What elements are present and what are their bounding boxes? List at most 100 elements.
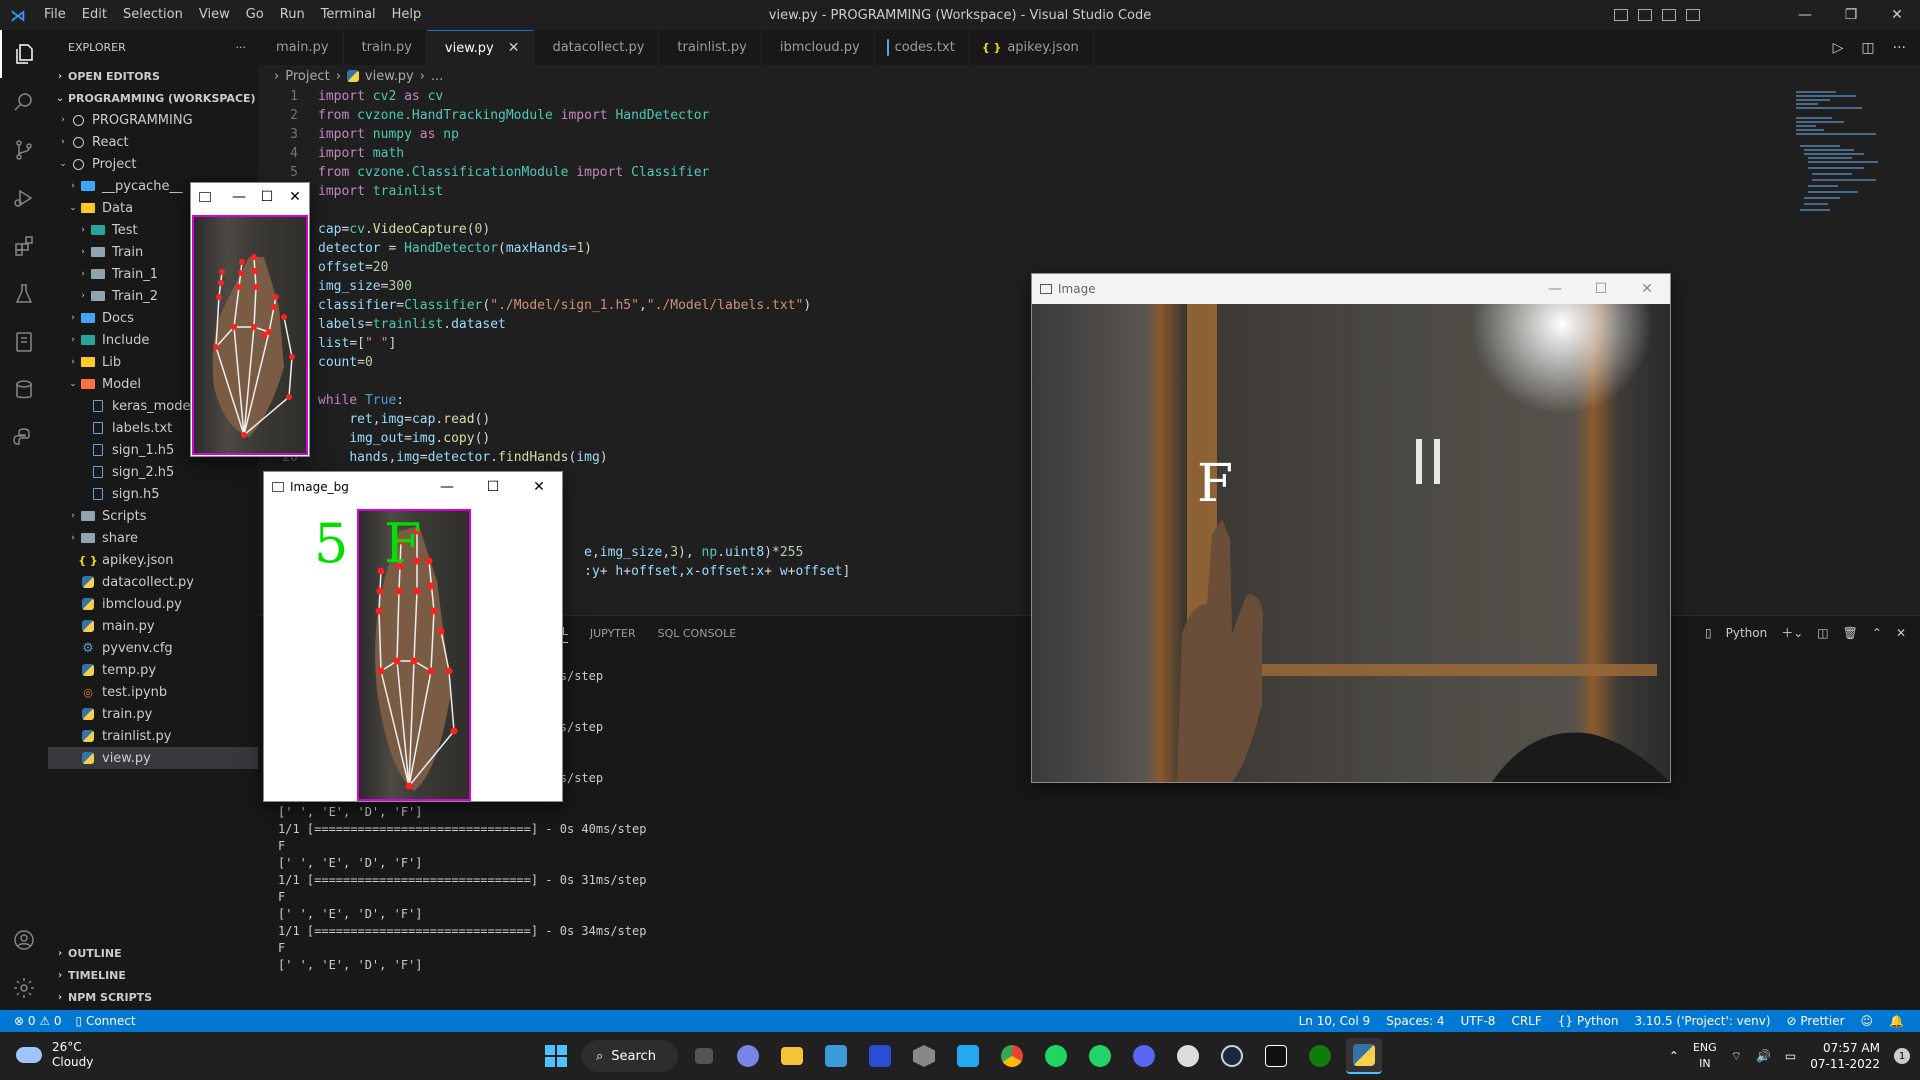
minimap[interactable] [1796, 87, 1906, 227]
database-icon[interactable] [0, 366, 48, 414]
encoding[interactable]: UTF-8 [1460, 1014, 1495, 1028]
python-icon[interactable] [0, 414, 48, 462]
prettier-status[interactable]: ⊘ Prettier [1787, 1014, 1845, 1028]
tree-item[interactable]: ◎ test.ipynb [48, 681, 258, 703]
connect-button[interactable]: ▯ Connect [76, 1014, 136, 1028]
source-control-icon[interactable] [0, 126, 48, 174]
file-explorer-icon[interactable] [774, 1038, 810, 1074]
menu-help[interactable]: Help [384, 0, 430, 30]
breadcrumb-symbol[interactable]: ... [431, 69, 443, 84]
volume-icon[interactable]: 🔊 [1756, 1049, 1771, 1063]
trash-icon[interactable]: 🗑 [1843, 626, 1858, 640]
problems-indicator[interactable]: ⊗ 0 ⚠ 0 [14, 1014, 62, 1028]
workspace-section[interactable]: ⌄ PROGRAMMING (WORKSPACE) [48, 87, 258, 109]
minimize-icon[interactable]: — [424, 472, 470, 502]
steam-icon[interactable] [1214, 1038, 1250, 1074]
tab-codes-txt[interactable]: codes.txt [875, 30, 970, 65]
minimize-icon[interactable]: — [225, 182, 253, 212]
explorer-icon[interactable] [0, 30, 48, 78]
tree-item[interactable]: view.py [48, 747, 258, 769]
app-blue-icon[interactable] [862, 1038, 898, 1074]
battery-icon[interactable]: ▭ [1785, 1049, 1796, 1063]
notifications-bell-icon[interactable]: 🔔 [1889, 1014, 1904, 1028]
discord-icon[interactable] [1126, 1038, 1162, 1074]
account-icon[interactable] [0, 916, 48, 964]
feedback-icon[interactable]: ☺ [1861, 1014, 1874, 1028]
tab-jupyter[interactable]: JUPYTER [590, 627, 636, 640]
testing-icon[interactable] [0, 270, 48, 318]
outline-section[interactable]: › OUTLINE [48, 942, 258, 964]
search-icon[interactable] [0, 78, 48, 126]
more-actions-icon[interactable]: ··· [236, 41, 247, 54]
close-icon[interactable]: ✕ [516, 472, 562, 502]
menu-file[interactable]: File [36, 0, 74, 30]
run-file-icon[interactable]: ▷ [1833, 40, 1844, 56]
toggle-panel-icon[interactable] [1638, 9, 1652, 21]
new-terminal-icon[interactable]: ＋⌄ [1781, 624, 1803, 641]
tab-main-py[interactable]: main.py [258, 30, 344, 65]
tree-item[interactable]: ⚙ pyvenv.cfg [48, 637, 258, 659]
tree-item[interactable]: temp.py [48, 659, 258, 681]
terminal-shell-label[interactable]: Python [1726, 626, 1768, 640]
language-indicator[interactable]: ENG IN [1693, 1040, 1717, 1072]
tab-ibmcloud-py[interactable]: ibmcloud.py [762, 30, 875, 65]
language-mode[interactable]: {} Python [1558, 1014, 1619, 1028]
tree-item[interactable]: ⌄ Project [48, 153, 258, 175]
tab-view-py[interactable]: view.py ✕ [426, 30, 535, 65]
tree-item[interactable]: › share [48, 527, 258, 549]
chrome-icon[interactable] [994, 1038, 1030, 1074]
npm-scripts-section[interactable]: › NPM SCRIPTS [48, 986, 258, 1008]
tab-sql-console[interactable]: SQL CONSOLE [658, 627, 737, 640]
maximize-icon[interactable]: ☐ [253, 182, 281, 212]
tree-item[interactable]: datacollect.py [48, 571, 258, 593]
cursor-position[interactable]: Ln 10, Col 9 [1299, 1014, 1371, 1028]
minimize-icon[interactable]: — [1532, 274, 1578, 304]
tree-item[interactable]: train.py [48, 703, 258, 725]
unity-icon[interactable] [906, 1038, 942, 1074]
tree-item[interactable]: › Scripts [48, 505, 258, 527]
line-ending[interactable]: CRLF [1511, 1014, 1541, 1028]
vscode-icon[interactable] [950, 1038, 986, 1074]
tree-item[interactable]: { } apikey.json [48, 549, 258, 571]
clock[interactable]: 07:57 AM 07-11-2022 [1810, 1040, 1880, 1072]
split-terminal-icon[interactable]: ◫ [1817, 626, 1828, 640]
epic-games-icon[interactable] [1258, 1038, 1294, 1074]
run-debug-icon[interactable] [0, 174, 48, 222]
python-app-icon[interactable] [1346, 1038, 1382, 1074]
maximize-icon[interactable]: ☐ [1578, 274, 1624, 304]
breadcrumb-file[interactable]: view.py [365, 69, 414, 84]
menu-view[interactable]: View [191, 0, 238, 30]
image-window[interactable]: Image — ☐ ✕ F [1031, 273, 1671, 783]
microsoft-store-icon[interactable] [818, 1038, 854, 1074]
tree-item[interactable]: main.py [48, 615, 258, 637]
tree-item[interactable]: trainlist.py [48, 725, 258, 747]
crop-preview-window[interactable]: — ☐ ✕ [190, 182, 310, 457]
close-panel-icon[interactable]: ✕ [1896, 626, 1906, 640]
spotify-icon[interactable] [1038, 1038, 1074, 1074]
restore-icon[interactable]: ❐ [1828, 0, 1874, 30]
split-editor-icon[interactable]: ◫ [1861, 40, 1874, 56]
customize-layout-icon[interactable] [1686, 9, 1700, 21]
tree-item[interactable]: › React [48, 131, 258, 153]
toggle-sidebar-icon[interactable] [1614, 9, 1628, 21]
tree-item[interactable]: sign_2.h5 [48, 461, 258, 483]
notebook-icon[interactable] [0, 318, 48, 366]
minimize-icon[interactable]: — [1782, 0, 1828, 30]
obs-icon[interactable] [1170, 1038, 1206, 1074]
close-icon[interactable]: ✕ [1874, 0, 1920, 30]
extensions-icon[interactable] [0, 222, 48, 270]
close-icon[interactable]: ✕ [281, 182, 309, 212]
settings-gear-icon[interactable] [0, 964, 48, 1012]
tray-overflow-icon[interactable]: ⌃ [1669, 1049, 1679, 1063]
taskbar-search-button[interactable]: ⌕ Search [582, 1040, 678, 1072]
tab-apikey-json[interactable]: { } apikey.json [970, 30, 1094, 65]
menu-run[interactable]: Run [272, 0, 313, 30]
crop-window-titlebar[interactable]: — ☐ ✕ [191, 183, 309, 211]
notification-badge-icon[interactable]: 1 [1894, 1048, 1910, 1064]
indentation[interactable]: Spaces: 4 [1386, 1014, 1444, 1028]
more-actions-icon[interactable]: ··· [1893, 40, 1906, 56]
menu-go[interactable]: Go [238, 0, 272, 30]
close-icon[interactable]: ✕ [1624, 274, 1670, 304]
tab-trainlist-py[interactable]: trainlist.py [659, 30, 762, 65]
xbox-icon[interactable] [1302, 1038, 1338, 1074]
